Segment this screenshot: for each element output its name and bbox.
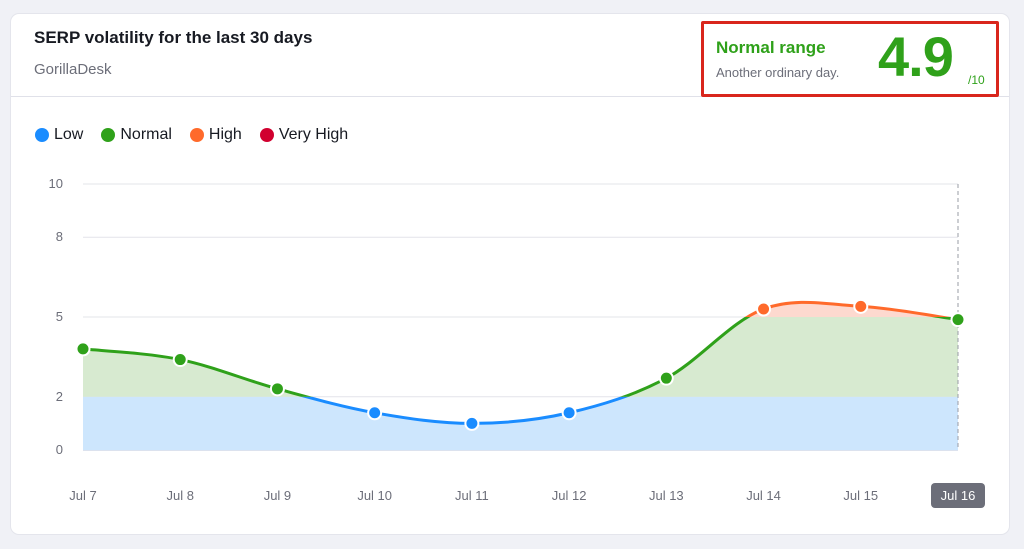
data-point [561,405,577,421]
y-tick-label: 10 [49,176,63,191]
x-tick-label: Jul 10 [357,488,392,503]
y-tick-label: 0 [56,442,63,457]
x-tick-label: Jul 13 [649,488,684,503]
x-tick-label: Jul 15 [843,488,878,503]
serp-volatility-card: SERP volatility for the last 30 days Gor… [11,14,1009,534]
x-tick-label: Jul 12 [552,488,587,503]
y-tick-label: 5 [56,309,63,324]
data-point [464,415,480,431]
volatility-chart[interactable]: 0 2 5 8 10 Jul 7 Jul 8 Jul 9 Jul 10 Jul 11 Jul 12 J… [11,14,1009,534]
data-point [269,381,285,397]
x-tick-label: Jul 9 [264,488,291,503]
data-point [367,405,383,421]
x-tick-label: Jul 16 [941,488,976,503]
x-tick-label: Jul 14 [746,488,781,503]
x-tick-label: Jul 11 [455,488,489,503]
data-point [853,298,869,314]
data-point [172,352,188,368]
y-tick-label: 8 [56,229,63,244]
data-point [75,341,91,357]
data-point [950,312,966,328]
x-tick-label: Jul 8 [166,488,193,503]
x-tick-label: Jul 7 [69,488,96,503]
data-point [658,370,674,386]
y-tick-label: 2 [56,389,63,404]
data-point [756,301,772,317]
